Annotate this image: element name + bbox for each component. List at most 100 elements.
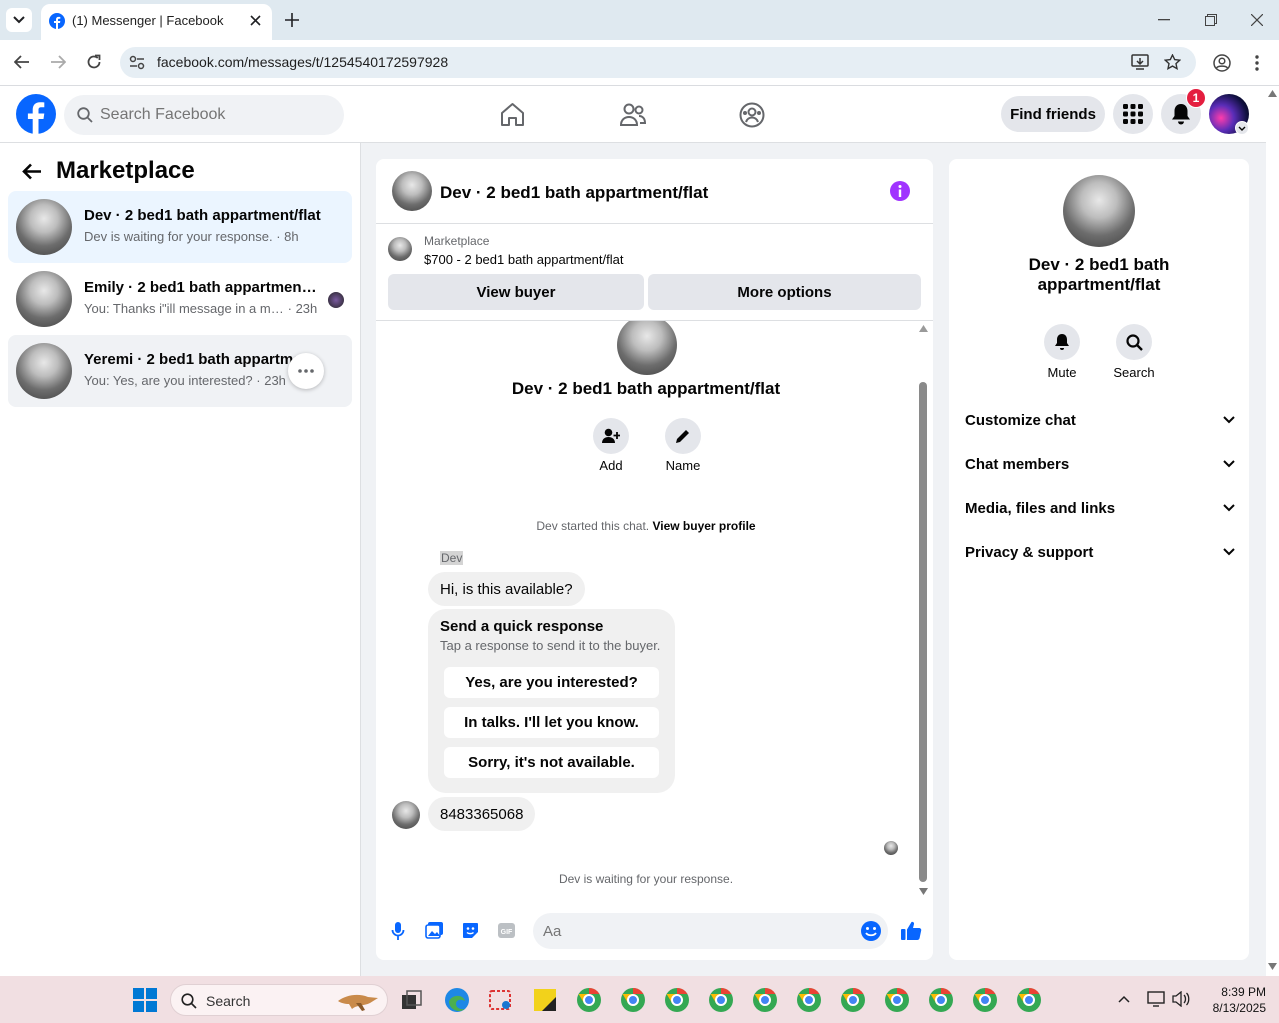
conversation-item[interactable]: Yeremi · 2 bed1 bath appartme... You: Ye… <box>8 335 352 407</box>
search-conversation-button[interactable] <box>1116 324 1152 360</box>
back-arrow-icon[interactable] <box>22 163 42 180</box>
find-friends-button[interactable]: Find friends <box>1001 96 1105 132</box>
conversation-info-button[interactable] <box>890 181 910 201</box>
add-people-button[interactable] <box>593 418 629 454</box>
profile-icon[interactable] <box>1213 54 1231 72</box>
chevron-up-icon[interactable] <box>1118 995 1130 1003</box>
reload-icon[interactable] <box>86 54 102 70</box>
minimize-icon[interactable] <box>1158 19 1170 21</box>
more-options-button[interactable]: More options <box>648 274 921 310</box>
chat-panel: Dev · 2 bed1 bath appartment/flat Market… <box>376 159 933 960</box>
forward-arrow-icon[interactable] <box>50 55 66 69</box>
menu-button[interactable] <box>1113 94 1153 134</box>
chrome-profile-icon[interactable] <box>752 987 778 1013</box>
mute-button[interactable] <box>1044 324 1080 360</box>
apps-grid-icon <box>1123 104 1143 124</box>
page-scrollbar[interactable] <box>1266 86 1279 976</box>
home-icon[interactable] <box>500 102 525 127</box>
chat-avatar[interactable] <box>392 171 432 211</box>
sticky-notes-icon[interactable] <box>532 987 558 1013</box>
chrome-profile-icon[interactable] <box>708 987 734 1013</box>
customize-chat-section[interactable]: Customize chat <box>965 408 1235 432</box>
bell-icon <box>1055 334 1069 350</box>
network-icon[interactable] <box>1147 991 1165 1007</box>
scroll-down-arrow-icon[interactable] <box>1268 963 1277 970</box>
message-list[interactable]: Dev · 2 bed1 bath appartment/flat Add Na… <box>376 321 916 894</box>
chrome-profile-icon[interactable] <box>884 987 910 1013</box>
chrome-profile-icon[interactable] <box>1016 987 1042 1013</box>
chat-scrollbar[interactable] <box>918 325 928 895</box>
chrome-profile-icon[interactable] <box>840 987 866 1013</box>
tab-list-button[interactable] <box>6 8 32 32</box>
quick-reply-button[interactable]: Yes, are you interested? <box>444 667 659 698</box>
address-bar[interactable]: facebook.com/messages/t/1254540172597928 <box>120 47 1196 78</box>
browser-tab-active[interactable]: (1) Messenger | Facebook <box>41 4 272 40</box>
listing-price[interactable]: $700 - 2 bed1 bath appartment/flat <box>424 252 623 267</box>
snipping-tool-icon[interactable] <box>488 987 514 1013</box>
photo-icon[interactable] <box>425 921 444 939</box>
view-buyer-profile-link[interactable]: View buyer profile <box>652 519 755 533</box>
windows-start-icon[interactable] <box>133 988 157 1012</box>
chrome-profile-icon[interactable] <box>796 987 822 1013</box>
account-dropdown[interactable] <box>1235 121 1249 135</box>
message-bubble[interactable]: Hi, is this available? <box>428 572 585 606</box>
privacy-support-section[interactable]: Privacy & support <box>965 540 1235 564</box>
chrome-profile-icon[interactable] <box>620 987 646 1013</box>
message-composer[interactable] <box>533 913 888 949</box>
scroll-thumb[interactable] <box>919 382 927 882</box>
search-icon <box>77 107 93 123</box>
edit-name-button[interactable] <box>665 418 701 454</box>
message-bubble[interactable]: 8483365068 <box>428 797 536 831</box>
chat-started-text: Dev started this chat. <box>536 519 650 533</box>
bookmark-star-icon[interactable] <box>1164 54 1181 70</box>
friends-icon[interactable] <box>620 103 646 127</box>
message-input[interactable] <box>543 921 843 941</box>
chrome-profile-icon[interactable] <box>664 987 690 1013</box>
groups-icon[interactable] <box>739 102 765 128</box>
browser-menu-icon[interactable] <box>1255 55 1259 71</box>
microphone-icon[interactable] <box>391 921 405 941</box>
read-receipt-avatar <box>884 841 898 855</box>
close-window-icon[interactable] <box>1251 14 1263 26</box>
close-tab-icon[interactable] <box>250 15 261 26</box>
system-clock[interactable]: 8:39 PM 8/13/2025 <box>1196 984 1266 1016</box>
restore-icon[interactable] <box>1205 14 1217 26</box>
section-label: Media, files and links <box>965 499 1116 517</box>
conversation-item[interactable]: Dev · 2 bed1 bath appartment/flat Dev is… <box>8 191 352 263</box>
view-buyer-button[interactable]: View buyer <box>388 274 644 310</box>
install-app-icon[interactable] <box>1131 54 1149 71</box>
chat-members-section[interactable]: Chat members <box>965 452 1235 476</box>
emoji-icon[interactable] <box>860 920 882 942</box>
quick-reply-button[interactable]: In talks. I'll let you know. <box>444 707 659 738</box>
quick-response-card: Send a quick response Tap a response to … <box>428 609 675 793</box>
scroll-down-arrow-icon[interactable] <box>919 888 928 895</box>
taskbar-search-box[interactable]: Search <box>170 984 388 1016</box>
site-settings-icon[interactable] <box>129 55 145 70</box>
chrome-profile-icon[interactable] <box>972 987 998 1013</box>
conversation-options-button[interactable] <box>288 353 324 389</box>
scroll-up-arrow-icon[interactable] <box>1268 90 1277 97</box>
chat-started-note: Dev started this chat. View buyer profil… <box>376 519 916 533</box>
back-arrow-icon[interactable] <box>14 55 30 69</box>
sender-avatar[interactable] <box>392 801 420 829</box>
task-view-icon[interactable] <box>399 987 425 1013</box>
search-facebook-input[interactable] <box>100 104 330 126</box>
edge-icon[interactable] <box>444 987 470 1013</box>
conversation-title: Emily · 2 bed1 bath appartment/... <box>84 279 320 296</box>
media-files-links-section[interactable]: Media, files and links <box>965 496 1235 520</box>
new-tab-icon[interactable] <box>285 13 299 27</box>
search-facebook-box[interactable] <box>64 95 344 135</box>
facebook-logo-icon[interactable] <box>16 94 56 134</box>
chrome-profile-icon[interactable] <box>576 987 602 1013</box>
scroll-up-arrow-icon[interactable] <box>919 325 928 332</box>
sticker-icon[interactable] <box>461 921 480 940</box>
conversation-item[interactable]: Emily · 2 bed1 bath appartment/... You: … <box>8 263 352 335</box>
quick-reply-button[interactable]: Sorry, it's not available. <box>444 747 659 778</box>
chrome-profile-icon[interactable] <box>928 987 954 1013</box>
chat-title[interactable]: Dev · 2 bed1 bath appartment/flat <box>440 183 708 203</box>
gif-icon[interactable]: GIF <box>497 922 516 939</box>
thumbs-up-icon[interactable] <box>900 920 922 941</box>
listing-thumbnail <box>388 237 412 261</box>
volume-icon[interactable] <box>1172 991 1190 1007</box>
waiting-note: Dev is waiting for your response. <box>558 872 734 886</box>
